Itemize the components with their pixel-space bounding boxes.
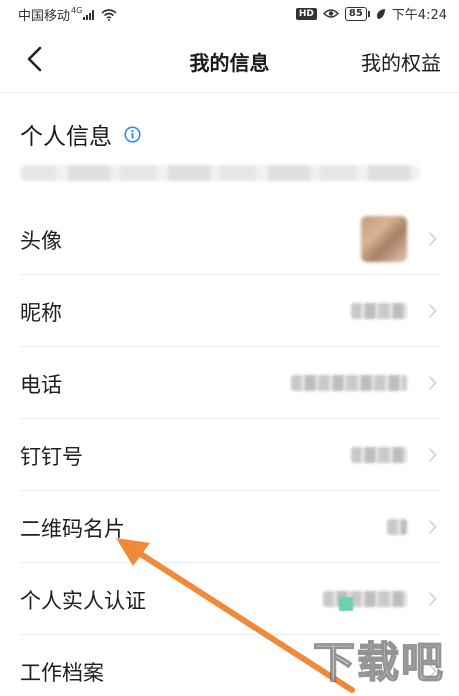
qr-code-thumb-blurred [387,519,407,535]
row-label: 昵称 [20,301,62,325]
watermark: 下载吧 [312,637,445,688]
row-real-name-auth[interactable]: 个人实人认证 [0,563,459,635]
battery-level: 85 [344,6,367,21]
info-icon[interactable] [124,125,141,143]
nickname-value-blurred [351,303,407,319]
my-rights-link[interactable]: 我的权益 [361,47,441,76]
section-hint-blurred [20,165,420,181]
dingtalk-id-value-blurred [351,447,407,463]
auth-status-mark [339,597,353,611]
carrier-label: 中国移动 [18,9,71,24]
status-bar: 中国移动 4G HD 85 下午4:24 [0,0,459,26]
hd-badge: HD [295,7,317,20]
row-qr-card[interactable]: 二维码名片 [0,491,459,563]
chevron-right-icon [428,375,437,391]
status-left: 中国移动 4G [18,5,117,24]
chevron-right-icon [428,519,437,535]
row-avatar[interactable]: 头像 [0,203,459,275]
chevron-right-icon [428,303,437,319]
row-label: 个人实人认证 [20,589,146,613]
row-label: 工作档案 [20,661,104,685]
signal-icon [83,10,95,20]
auth-status-blurred [323,591,407,607]
section-title-text: 个人信息 [20,124,112,150]
nav-bar: 我的信息 我的权益 [0,26,459,92]
battery-tip [367,10,370,17]
network-type: 4G [71,6,83,15]
row-label: 头像 [20,229,62,253]
row-dingtalk-id[interactable]: 钉钉号 [0,419,459,491]
eye-icon [322,9,339,18]
phone-value-blurred [291,375,407,391]
section-title: 个人信息 [20,117,141,151]
row-label: 二维码名片 [20,517,125,541]
chevron-right-icon [428,231,437,247]
clock: 下午4:24 [391,8,447,23]
back-arrow-icon[interactable] [20,40,52,78]
chevron-right-icon [428,591,437,607]
chevron-right-icon [428,447,437,463]
row-label: 电话 [20,373,62,397]
status-right: HD 85 下午4:24 [295,4,447,23]
battery-indicator: 85 [344,6,370,21]
row-phone[interactable]: 电话 [0,347,459,419]
row-nickname[interactable]: 昵称 [0,275,459,347]
row-label: 钉钉号 [20,445,83,469]
nav-divider [0,92,459,93]
leaf-icon [376,8,385,19]
wifi-icon [101,8,117,21]
avatar [361,216,407,262]
